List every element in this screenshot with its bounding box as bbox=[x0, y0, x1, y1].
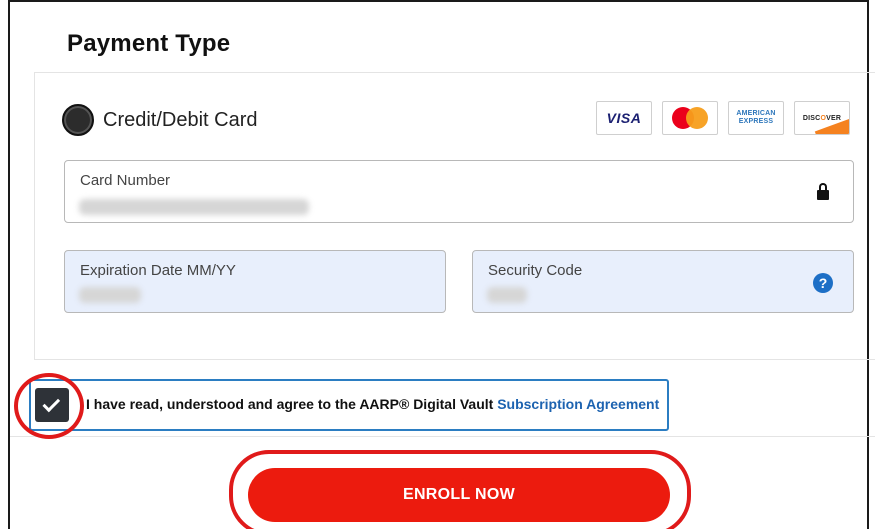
expiration-date-label: Expiration Date MM/YY bbox=[80, 262, 236, 279]
annotation-circle-checkbox bbox=[14, 373, 84, 439]
annotation-circle-enroll bbox=[229, 450, 691, 529]
security-code-label: Security Code bbox=[488, 262, 583, 279]
discover-logo: DISCOVER bbox=[794, 101, 850, 135]
expiration-value-redacted bbox=[79, 287, 141, 303]
card-number-field[interactable]: Card Number bbox=[64, 160, 854, 223]
security-code-value-redacted bbox=[487, 287, 527, 303]
mastercard-icon bbox=[672, 107, 708, 129]
subscription-agreement-link[interactable]: Subscription Agreement bbox=[497, 396, 659, 412]
card-number-value-redacted bbox=[79, 199, 309, 215]
divider bbox=[10, 436, 875, 437]
security-code-field[interactable]: Security Code ? bbox=[472, 250, 854, 313]
agreement-text: I have read, understood and agree to the… bbox=[86, 396, 660, 412]
accepted-cards: VISA AMERICAN EXPRESS DISCOVER bbox=[596, 101, 850, 135]
discover-logo-text: DISCOVER bbox=[802, 114, 842, 122]
visa-logo: VISA bbox=[596, 101, 652, 135]
credit-card-label: Credit/Debit Card bbox=[103, 108, 258, 131]
amex-logo-text: AMERICAN EXPRESS bbox=[736, 110, 776, 125]
payment-type-heading: Payment Type bbox=[67, 30, 231, 57]
lock-icon bbox=[817, 183, 829, 201]
mastercard-logo bbox=[662, 101, 718, 135]
credit-card-option[interactable]: Credit/Debit Card bbox=[62, 104, 258, 136]
expiration-date-field[interactable]: Expiration Date MM/YY bbox=[64, 250, 446, 313]
card-number-label: Card Number bbox=[80, 172, 171, 189]
help-icon[interactable]: ? bbox=[813, 273, 833, 293]
credit-card-radio[interactable] bbox=[62, 104, 94, 136]
amex-logo: AMERICAN EXPRESS bbox=[728, 101, 784, 135]
visa-logo-text: VISA bbox=[606, 110, 642, 126]
